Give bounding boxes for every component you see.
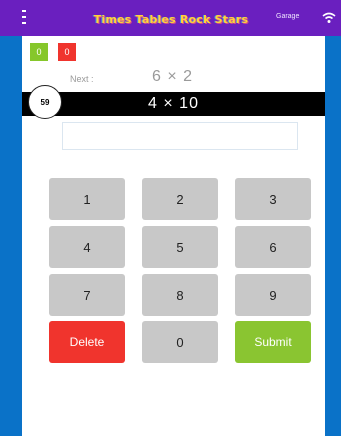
next-label: Next : (70, 74, 94, 84)
right-background (325, 0, 341, 436)
answer-input[interactable] (62, 122, 298, 150)
incorrect-count-badge: 0 (58, 43, 76, 61)
timer-badge: 59 (28, 85, 62, 119)
key-1-button[interactable]: 1 (49, 178, 125, 220)
key-5-button[interactable]: 5 (142, 226, 218, 268)
current-problem: 4 × 10 (148, 95, 199, 112)
key-6-button[interactable]: 6 (235, 226, 311, 268)
key-9-button[interactable]: 9 (235, 274, 311, 316)
delete-button[interactable]: Delete (49, 321, 125, 363)
key-4-button[interactable]: 4 (49, 226, 125, 268)
left-background (0, 0, 22, 436)
key-8-button[interactable]: 8 (142, 274, 218, 316)
correct-count-badge: 0 (30, 43, 48, 61)
top-bar: Times Tables Rock Stars Garage (0, 0, 341, 36)
app-logo: Times Tables Rock Stars (93, 12, 249, 26)
next-problem: 6 × 2 (152, 68, 194, 85)
key-2-button[interactable]: 2 (142, 178, 218, 220)
menu-icon[interactable] (22, 10, 26, 24)
wifi-icon (322, 12, 336, 23)
garage-link[interactable]: Garage (276, 13, 299, 20)
submit-button[interactable]: Submit (235, 321, 311, 363)
key-3-button[interactable]: 3 (235, 178, 311, 220)
key-7-button[interactable]: 7 (49, 274, 125, 316)
key-0-button[interactable]: 0 (142, 321, 218, 363)
